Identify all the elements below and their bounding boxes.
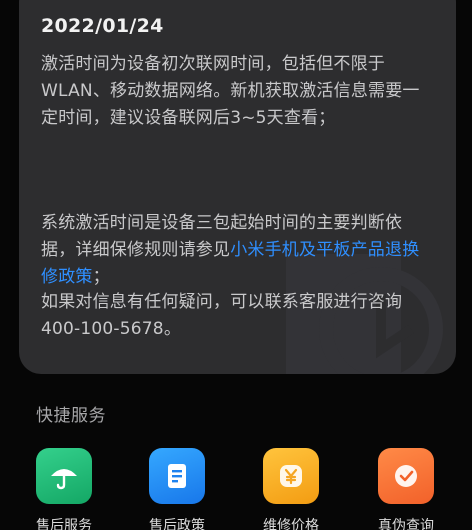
after-sales-policy-button[interactable]: 售后政策 xyxy=(131,448,231,530)
quick-services-title: 快捷服务 xyxy=(36,406,106,426)
warranty-text-end: ； xyxy=(92,267,110,287)
activation-date: 2022/01/24 xyxy=(41,15,164,37)
after-sales-service-button[interactable]: 售后服务 xyxy=(18,448,118,530)
repair-price-button[interactable]: 维修价格 xyxy=(245,448,345,530)
contact-info: 如果对信息有任何疑问，可以联系客服进行咨询400-100-5678。 xyxy=(41,292,403,339)
document-icon xyxy=(168,464,186,488)
after-sales-policy-label: 售后政策 xyxy=(149,518,205,530)
yen-icon xyxy=(280,465,302,487)
activation-info-card: 激活时间查询 2022/01/24 激活时间为设备初次联网时间，包括但不限于WL… xyxy=(19,0,456,374)
repair-price-label: 维修价格 xyxy=(263,518,319,530)
warranty-explanation: 系统激活时间是设备三包起始时间的主要判断依据，详细保修规则请参见小米手机及平板产… xyxy=(41,210,433,291)
verified-badge-icon xyxy=(395,465,417,487)
device-info-page: 激活时间查询 2022/01/24 激活时间为设备初次联网时间，包括但不限于WL… xyxy=(0,0,472,530)
authenticity-check-tile[interactable] xyxy=(378,448,434,504)
after-sales-service-tile[interactable] xyxy=(36,448,92,504)
repair-price-tile[interactable] xyxy=(263,448,319,504)
umbrella-icon xyxy=(51,469,77,490)
after-sales-service-label: 售后服务 xyxy=(36,518,92,530)
activation-explanation: 激活时间为设备初次联网时间，包括但不限于WLAN、移动数据网络。新机获取激活信息… xyxy=(41,54,420,128)
authenticity-check-label: 真伪查询 xyxy=(378,518,434,530)
authenticity-check-button[interactable]: 真伪查询 xyxy=(360,448,460,530)
after-sales-policy-tile[interactable] xyxy=(149,448,205,504)
